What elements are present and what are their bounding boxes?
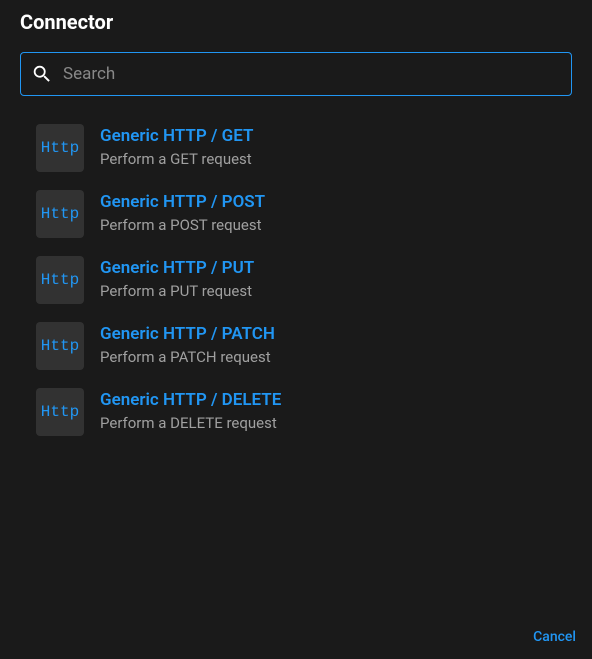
connector-title: Generic HTTP / PUT: [100, 258, 254, 278]
connector-title: Generic HTTP / PATCH: [100, 324, 275, 344]
search-icon: [31, 63, 53, 85]
connector-content: Generic HTTP / PUT Perform a PUT request: [100, 256, 254, 300]
connector-title: Generic HTTP / GET: [100, 126, 253, 146]
connector-content: Generic HTTP / POST Perform a POST reque…: [100, 190, 265, 234]
connector-list: Http Generic HTTP / GET Perform a GET re…: [0, 96, 592, 436]
connector-item-put[interactable]: Http Generic HTTP / PUT Perform a PUT re…: [36, 256, 572, 304]
http-icon: Http: [36, 388, 84, 436]
cancel-button[interactable]: Cancel: [533, 625, 576, 649]
connector-description: Perform a PUT request: [100, 282, 254, 300]
page-title: Connector: [0, 0, 592, 52]
connector-description: Perform a POST request: [100, 216, 265, 234]
connector-title: Generic HTTP / POST: [100, 192, 265, 212]
connector-title: Generic HTTP / DELETE: [100, 390, 281, 410]
connector-item-post[interactable]: Http Generic HTTP / POST Perform a POST …: [36, 190, 572, 238]
connector-item-delete[interactable]: Http Generic HTTP / DELETE Perform a DEL…: [36, 388, 572, 436]
http-icon: Http: [36, 256, 84, 304]
connector-item-get[interactable]: Http Generic HTTP / GET Perform a GET re…: [36, 124, 572, 172]
connector-description: Perform a GET request: [100, 150, 253, 168]
connector-item-patch[interactable]: Http Generic HTTP / PATCH Perform a PATC…: [36, 322, 572, 370]
http-icon: Http: [36, 322, 84, 370]
connector-description: Perform a DELETE request: [100, 414, 281, 432]
connector-content: Generic HTTP / DELETE Perform a DELETE r…: [100, 388, 281, 432]
http-icon: Http: [36, 124, 84, 172]
connector-description: Perform a PATCH request: [100, 348, 275, 366]
http-icon: Http: [36, 190, 84, 238]
connector-content: Generic HTTP / PATCH Perform a PATCH req…: [100, 322, 275, 366]
search-input[interactable]: [63, 64, 561, 84]
connector-content: Generic HTTP / GET Perform a GET request: [100, 124, 253, 168]
search-container[interactable]: [20, 52, 572, 96]
